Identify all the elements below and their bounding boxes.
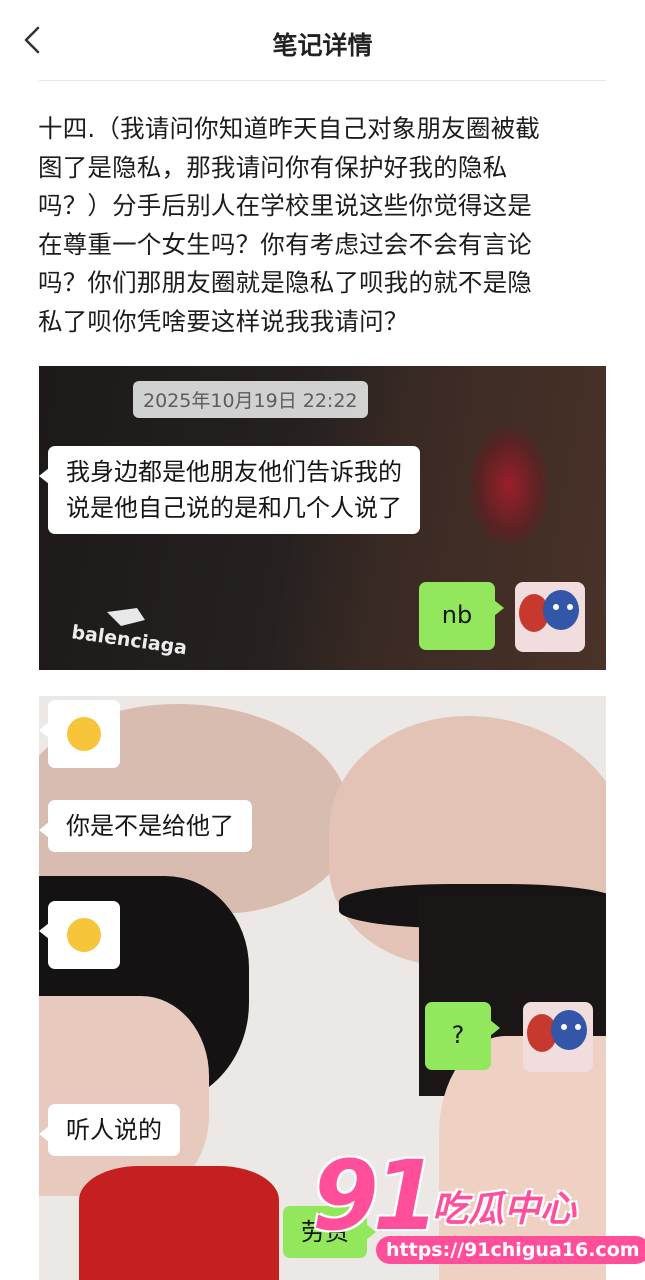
message-text: 你是不是给他了 [66,812,234,840]
post-text: 十四.（我请问你知道昨天自己对象朋友圈被截 图了是隐私，那我请问你有保护好我的隐… [38,110,608,341]
message-bubble[interactable]: 你是不是给他了 [39,800,252,852]
message-bubble-sent[interactable]: nb [419,582,504,650]
message-bubble[interactable]: 我身边都是他朋友他们告诉我的 说是他自己说的是和几个人说了 [39,446,420,534]
message-bubble[interactable]: 听人说的 [39,1104,180,1156]
eye [553,604,559,610]
post-line: 十四.（我请问你知道昨天自己对象朋友圈被截 [38,114,540,143]
message-text: ? [451,1021,465,1049]
watermark-logo-name: 吃瓜中心 [432,1189,577,1230]
post-line: 图了是隐私，那我请问你有保护好我的隐私 [38,152,508,182]
svg-text:balenciaga: balenciaga [70,621,188,656]
avatar[interactable] [515,582,585,652]
jacket-logo: balenciaga [67,606,207,659]
message-bubble[interactable] [39,901,120,969]
chat-timestamp: 2025年10月19日 22:22 [133,381,368,418]
message-text: 说是他自己说的是和几个人说了 [66,494,402,522]
message-bubble[interactable] [39,700,120,768]
page-title: 笔记详情 [272,31,373,60]
watermark-url: https://91chigua16.com [376,1236,645,1264]
post-line: 私了呗你凭啥要这样说我我请问？ [38,306,409,336]
header-divider [39,80,606,81]
crying-laughing-face-icon [67,717,101,751]
blue-berry [551,1010,587,1050]
blue-berry [543,590,579,630]
avatar[interactable] [523,1002,593,1072]
red-shirt [79,1166,279,1280]
message-text: 听人说的 [66,1116,162,1144]
post-line: 在尊重一个女生吗？你有考虑过会不会有言论 [38,229,532,259]
eye [567,604,573,610]
hair-highlight [469,426,549,546]
eye [561,1024,567,1030]
message-bubble-sent[interactable]: ? [425,1002,500,1070]
message-text: 我身边都是他朋友他们告诉我的 [66,458,402,486]
shushing-face-icon [67,918,101,952]
message-text: nb [441,601,473,629]
post-line: 吗？你们那朋友圈就是隐私了呗我的就不是隐 [38,268,532,297]
top-bar: 笔记详情 [0,0,645,82]
chat-screenshot-1[interactable]: balenciaga 2025年10月19日 22:22 我身边都是他朋友他们告… [39,366,606,670]
eye [575,1024,581,1030]
post-line: 吗？）分手后别人在学校里说这些你觉得这是 [38,191,532,220]
